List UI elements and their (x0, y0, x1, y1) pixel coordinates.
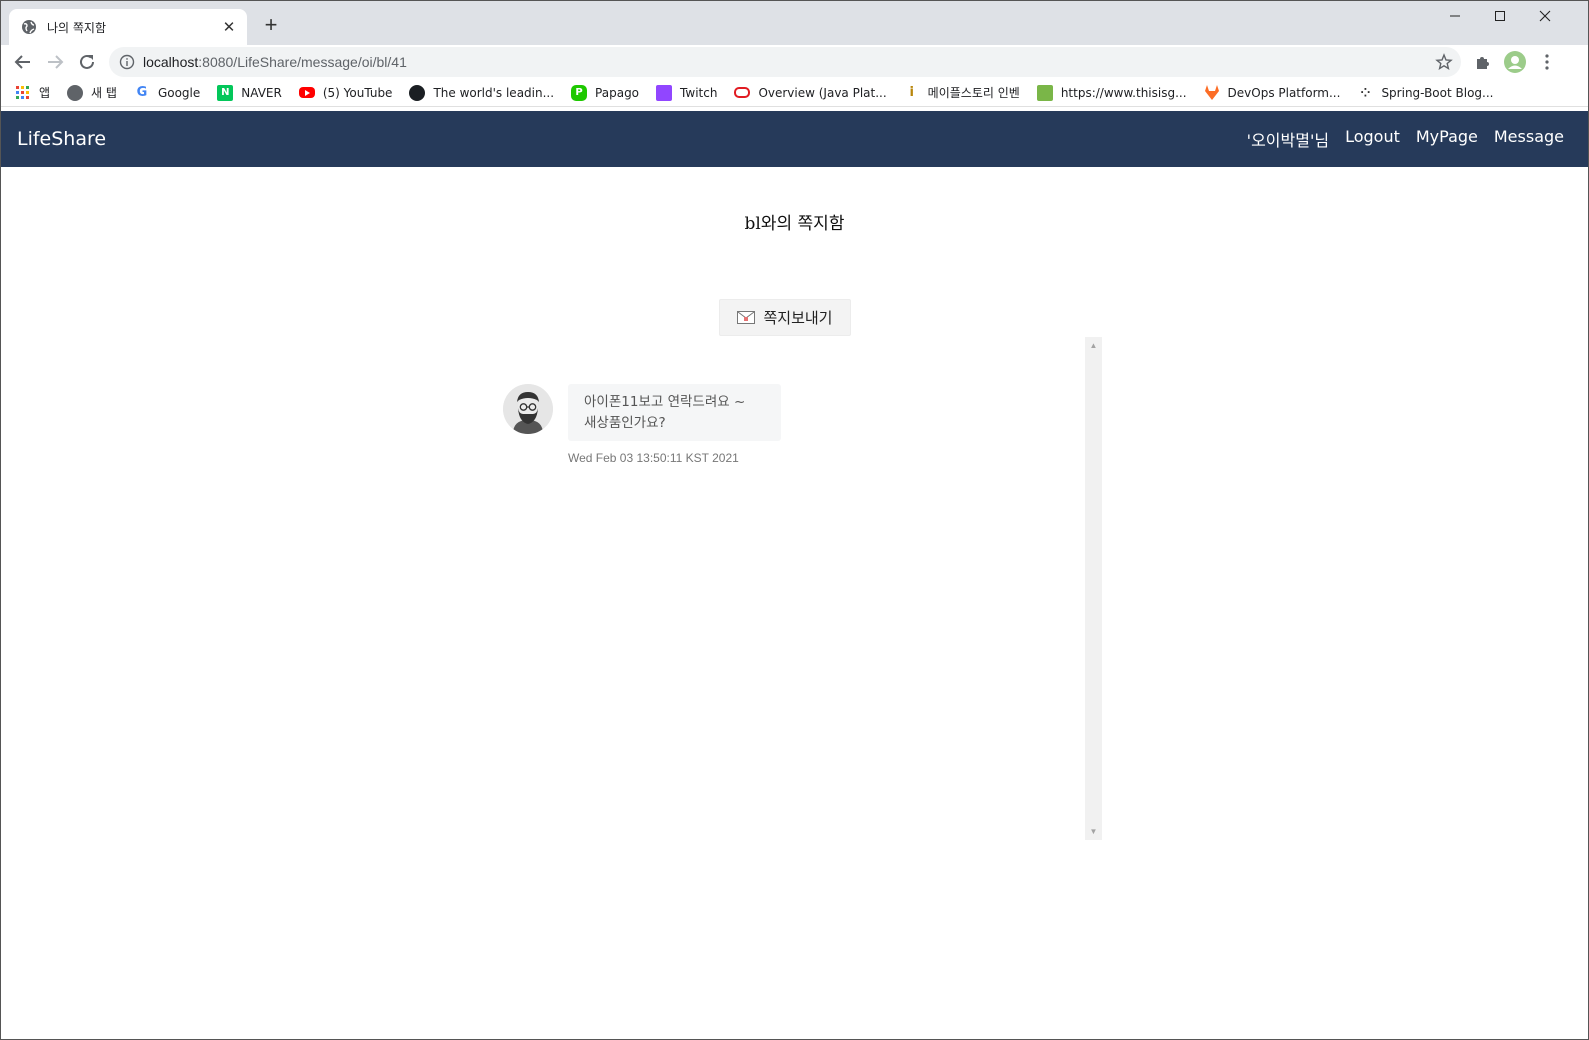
tab-strip: 나의 쪽지함 ✕ + (1, 1, 1588, 45)
nav-logout-link[interactable]: Logout (1345, 127, 1400, 151)
back-arrow-icon (14, 55, 30, 69)
naver-icon: N (217, 84, 234, 101)
bookmark-label: 메이플스토리 인벤 (927, 86, 1020, 100)
reload-icon (80, 54, 94, 69)
maximize-button[interactable] (1477, 1, 1523, 31)
minimize-button[interactable] (1432, 1, 1478, 31)
bearded-man-avatar-icon (503, 384, 553, 434)
message-bubble: 아이폰11보고 연락드려요 ~ 새상품인가요? (568, 384, 781, 441)
bookmark-naver[interactable]: N NAVER (217, 84, 282, 101)
message-scrollbar[interactable]: ▲ ▼ (1085, 337, 1102, 840)
bookmark-apps[interactable]: 앱 (15, 84, 50, 101)
minimize-icon (1450, 15, 1460, 17)
bookmark-label: (5) YouTube (322, 85, 393, 100)
twitch-icon (656, 84, 673, 101)
youtube-icon (298, 87, 315, 98)
scroll-up-icon[interactable]: ▲ (1085, 337, 1102, 354)
message-line: 아이폰11보고 연락드려요 ~ (584, 394, 746, 410)
bookmark-label: NAVER (241, 85, 282, 100)
bookmark-label: https://www.thisisg... (1060, 85, 1187, 100)
bookmark-twitch[interactable]: Twitch (656, 84, 718, 101)
avatar-icon (1504, 51, 1526, 73)
forward-button[interactable] (42, 49, 68, 75)
bookmarks-bar: 앱 새 탭 G Google N NAVER (5) YouTube The w… (1, 79, 1588, 107)
bookmark-label: The world's leadin... (433, 85, 555, 100)
puzzle-icon (1477, 57, 1489, 69)
bookmark-spring-blog[interactable]: ⁘ Spring-Boot Blog... (1357, 85, 1493, 101)
bookmark-label: Overview (Java Plat... (758, 85, 887, 100)
google-icon: G (136, 85, 148, 100)
url-path: :8080/LifeShare/message/oi/bl/41 (198, 54, 407, 70)
bookmark-star-icon[interactable] (1435, 53, 1453, 71)
bookmark-google[interactable]: G Google (134, 85, 201, 101)
browser-toolbar: localhost:8080/LifeShare/message/oi/bl/4… (1, 45, 1588, 79)
papago-icon: P (571, 84, 588, 101)
browser-tab[interactable]: 나의 쪽지함 ✕ (9, 9, 247, 45)
bookmark-gitlab[interactable]: DevOps Platform... (1204, 85, 1341, 101)
profile-button[interactable] (1503, 50, 1527, 74)
bookmark-papago[interactable]: P Papago (571, 84, 640, 101)
nav-message-link[interactable]: Message (1494, 127, 1564, 151)
bookmark-thisis[interactable]: https://www.thisisg... (1036, 84, 1187, 101)
extensions-button[interactable] (1471, 50, 1495, 74)
oracle-icon (734, 87, 751, 98)
page-title: bl와의 쪽지함 (744, 214, 845, 234)
globe-icon (67, 84, 84, 101)
message-timestamp: Wed Feb 03 13:50:11 KST 2021 (568, 451, 739, 465)
tab-title: 나의 쪽지함 (47, 20, 107, 35)
github-icon (409, 84, 426, 101)
puzzle-site-icon (1036, 84, 1053, 101)
bookmark-label: 새 탭 (91, 86, 117, 100)
new-tab-button[interactable]: + (259, 13, 283, 37)
info-icon (119, 54, 135, 70)
brand-link[interactable]: LifeShare (17, 128, 106, 150)
nav-mypage-link[interactable]: MyPage (1416, 127, 1478, 151)
bookmark-youtube[interactable]: (5) YouTube (298, 85, 393, 100)
message-line: 새상품인가요? (584, 415, 666, 431)
browser-window: 나의 쪽지함 ✕ + localhost:8080/LifeShare/mess… (0, 0, 1589, 1040)
nav-user-greeting[interactable]: '오이박멸'님 (1247, 127, 1329, 151)
bookmark-label: 앱 (39, 86, 51, 100)
inven-icon: i (909, 85, 914, 100)
bookmark-java-docs[interactable]: Overview (Java Plat... (734, 85, 887, 100)
address-bar[interactable]: localhost:8080/LifeShare/message/oi/bl/4… (109, 47, 1461, 77)
send-message-label: 쪽지보내기 (763, 309, 833, 327)
scroll-down-icon[interactable]: ▼ (1085, 823, 1102, 840)
app-navbar: LifeShare '오이박멸'님 Logout MyPage Message (1, 111, 1588, 167)
nav-links: '오이박멸'님 Logout MyPage Message (1231, 127, 1564, 151)
bookmark-label: Papago (595, 85, 640, 100)
close-tab-icon[interactable]: ✕ (221, 18, 237, 36)
maximize-icon (1495, 11, 1505, 21)
url-text: localhost:8080/LifeShare/message/oi/bl/4… (143, 54, 407, 70)
kebab-menu-icon (1545, 54, 1549, 70)
send-message-button[interactable]: 쪽지보내기 (719, 299, 851, 336)
globe-icon (22, 20, 36, 34)
bookmark-label: Spring-Boot Blog... (1381, 85, 1494, 100)
bookmark-new-tab[interactable]: 새 탭 (67, 84, 117, 101)
close-window-button[interactable] (1522, 1, 1568, 31)
menu-button[interactable] (1535, 50, 1559, 74)
bookmark-inven[interactable]: i 메이플스토리 인벤 (904, 84, 1020, 101)
message-list: 아이폰11보고 연락드려요 ~ 새상품인가요? Wed Feb 03 13:50… (491, 337, 1102, 840)
back-button[interactable] (10, 49, 36, 75)
bookmark-label: DevOps Platform... (1227, 85, 1341, 100)
dots-icon: ⁘ (1360, 85, 1371, 100)
url-host: localhost (143, 54, 199, 70)
bookmark-label: Twitch (680, 85, 718, 100)
gitlab-icon (1204, 85, 1220, 101)
reload-button[interactable] (74, 49, 100, 75)
bookmark-label: Google (157, 85, 201, 100)
envelope-icon (737, 311, 756, 324)
avatar (503, 384, 553, 434)
forward-arrow-icon (48, 55, 64, 69)
bookmark-github[interactable]: The world's leadin... (409, 84, 555, 101)
close-icon (1539, 10, 1551, 22)
apps-grid-icon (15, 85, 31, 101)
